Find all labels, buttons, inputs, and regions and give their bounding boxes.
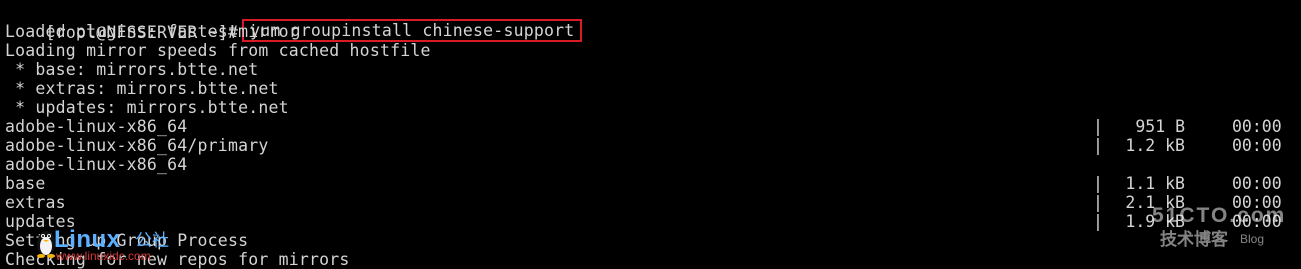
output-line: * extras: mirrors.btte.net bbox=[5, 79, 279, 98]
linuxidc-watermark: Linux 公社 www.linuxidc.com bbox=[34, 226, 187, 266]
repo-name: extras bbox=[5, 193, 66, 212]
51cto-blog-label: Blog bbox=[1240, 232, 1265, 246]
output-line: * updates: mirrors.btte.net bbox=[5, 98, 289, 117]
repo-separator: | bbox=[1093, 174, 1103, 193]
output-line: Loading mirror speeds from cached hostfi… bbox=[5, 41, 431, 60]
output-line: * base: mirrors.btte.net bbox=[5, 60, 259, 79]
repo-name: adobe-linux-x86_64/primary bbox=[5, 136, 269, 155]
repo-size: 1.2 kB bbox=[1125, 136, 1185, 155]
repo-separator: | bbox=[1093, 212, 1103, 231]
linux-logo-cn-text: 公社 bbox=[135, 231, 169, 251]
repo-time: 00:00 bbox=[1232, 174, 1282, 193]
repo-name: adobe-linux-x86_64 bbox=[5, 155, 188, 174]
51cto-subtitle: 技术博客 bbox=[1160, 230, 1228, 250]
repo-size: 1.1 kB bbox=[1125, 174, 1185, 193]
repo-separator: | bbox=[1093, 193, 1103, 212]
repo-separator: | bbox=[1093, 117, 1103, 136]
repo-name: adobe-linux-x86_64 bbox=[5, 117, 188, 136]
repo-time: 00:00 bbox=[1232, 136, 1282, 155]
output-line: Loaded plugins: fastestmirror bbox=[5, 22, 299, 41]
51cto-watermark: 51CTO.com 技术博客 Blog bbox=[1144, 205, 1290, 263]
previous-output-fragment bbox=[0, 0, 1301, 2]
repo-separator: | bbox=[1093, 136, 1103, 155]
repo-time: 00:00 bbox=[1232, 117, 1282, 136]
repo-name: base bbox=[5, 174, 46, 193]
51cto-logo-text: 51CTO.com bbox=[1152, 204, 1287, 227]
terminal-window[interactable]: [root@NFSSERVER ~]# yum groupinstall chin… bbox=[0, 0, 1301, 269]
repo-size: 951 B bbox=[1135, 117, 1185, 136]
linux-url-text: www.linuxidc.com bbox=[56, 249, 151, 263]
prompt-line: [root@NFSSERVER ~]# yum groupinstall chin… bbox=[5, 4, 583, 42]
